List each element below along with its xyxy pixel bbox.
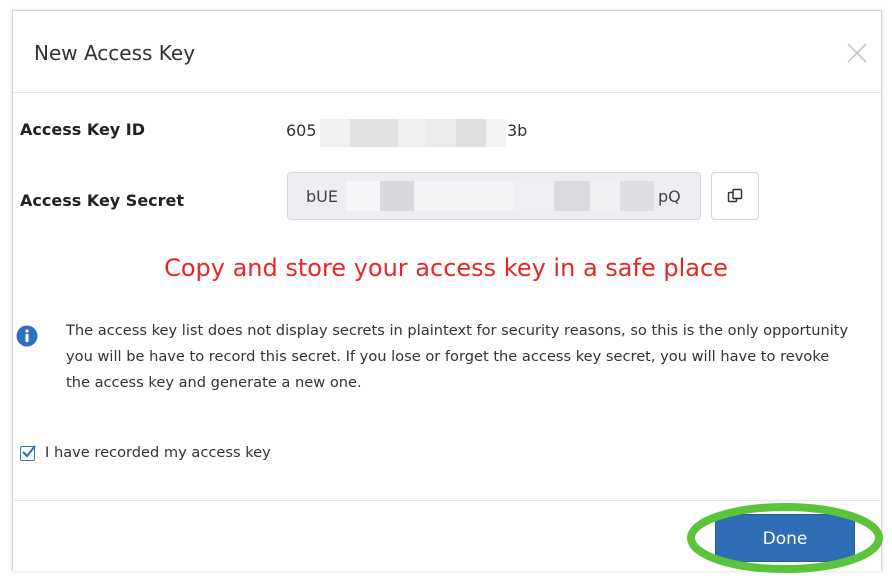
recorded-key-label: I have recorded my access key [45, 444, 271, 461]
access-key-secret-label: Access Key Secret [20, 191, 185, 210]
access-key-secret-prefix: bUE [306, 187, 338, 206]
redaction-mask [380, 181, 414, 211]
access-key-id-value: 605 3b [286, 119, 528, 147]
access-key-secret-suffix: pQ [658, 187, 681, 206]
redaction-mask [414, 181, 514, 211]
redaction-mask [514, 181, 554, 211]
redaction-mask [398, 119, 426, 147]
dialog-header: New Access Key [13, 11, 881, 93]
info-icon [16, 325, 38, 347]
access-key-id-label: Access Key ID [20, 120, 146, 139]
copy-secret-button[interactable] [711, 172, 759, 220]
redaction-mask [554, 181, 590, 211]
redaction-mask [456, 119, 486, 147]
info-message: The access key list does not display sec… [66, 322, 849, 391]
redaction-mask [590, 181, 620, 211]
access-key-id-prefix: 605 [286, 121, 317, 140]
close-button[interactable] [845, 41, 869, 65]
done-button[interactable]: Done [715, 514, 855, 562]
checkmark-icon [22, 445, 36, 458]
access-key-secret-field[interactable]: bUE pQ [287, 172, 701, 220]
close-icon [847, 43, 867, 63]
access-key-id-suffix: 3b [507, 121, 528, 140]
redaction-mask [620, 181, 654, 211]
warning-message: Copy and store your access key in a safe… [164, 254, 728, 282]
redaction-mask [350, 119, 398, 147]
redaction-mask [346, 181, 380, 211]
redaction-mask [486, 119, 506, 147]
redaction-mask [426, 119, 456, 147]
dialog-title: New Access Key [34, 41, 196, 65]
new-access-key-dialog: New Access Key [12, 10, 882, 571]
redaction-mask [320, 119, 350, 147]
recorded-key-checkbox[interactable] [20, 445, 36, 461]
copy-icon [727, 188, 743, 203]
